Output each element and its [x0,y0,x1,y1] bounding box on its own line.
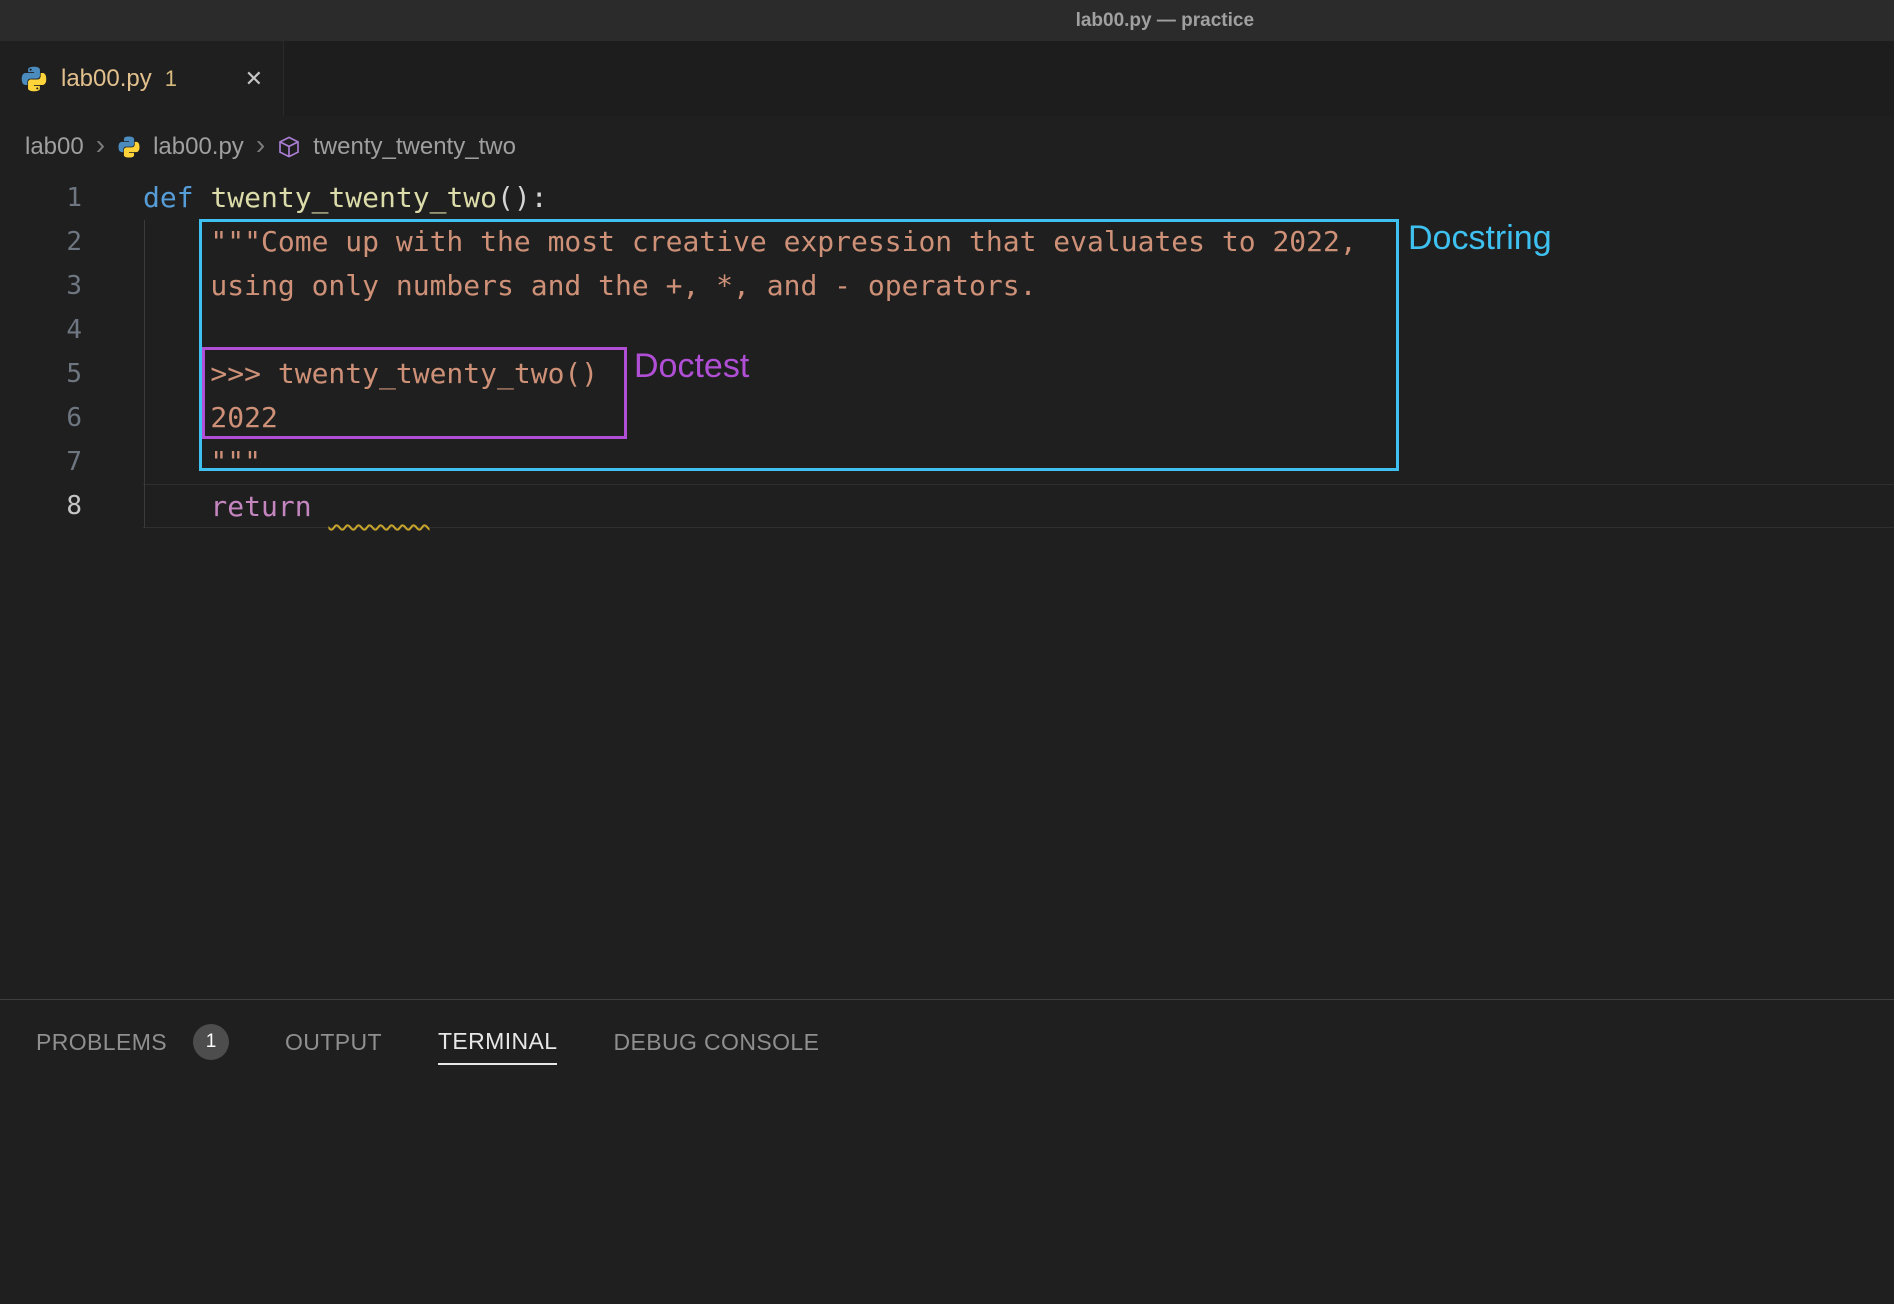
window-title: lab00.py — practice [1076,10,1254,32]
tab-terminal[interactable]: TERMINAL [438,1027,558,1065]
symbol-module-icon [277,135,301,159]
line-number: 5 [0,352,82,396]
breadcrumb-symbol[interactable]: twenty_twenty_two [313,133,516,161]
line-number: 7 [0,440,82,484]
warning-squiggle [328,490,429,523]
python-icon [117,135,141,159]
code-text: def twenty_twenty_two(): [143,176,1894,220]
line-number: 3 [0,264,82,308]
keyword-return: return [143,490,328,523]
problems-count-badge: 1 [193,1024,229,1060]
bottom-panel: PROBLEMS 1 OUTPUT TERMINAL DEBUG CONSOLE… [0,999,1894,1304]
breadcrumb-folder[interactable]: lab00 [25,133,84,161]
code-line-current: 8 return [0,484,1894,528]
line-number: 1 [0,176,82,220]
line-number: 4 [0,308,82,352]
chevron-right-icon: › [256,131,265,163]
close-icon[interactable]: ✕ [245,66,263,92]
keyword-def: def [143,181,210,214]
tab-debug-console[interactable]: DEBUG CONSOLE [613,1027,819,1065]
tab-problems-label: PROBLEMS [36,1029,167,1056]
tab-problems[interactable]: PROBLEMS 1 [36,1027,229,1065]
titlebar: lab00.py — practice [0,0,1894,41]
doctest-highlight-box [202,347,627,439]
code-text: return [143,484,1894,528]
chevron-right-icon: › [96,131,105,163]
tab-lab00py[interactable]: lab00.py 1 ✕ [0,41,284,116]
panel-tabs: PROBLEMS 1 OUTPUT TERMINAL DEBUG CONSOLE [0,1000,1894,1065]
tab-output-label: OUTPUT [285,1029,382,1056]
tab-problem-count: 1 [165,66,177,92]
breadcrumb: lab00 › lab00.py › twenty_twenty_two [0,116,1894,178]
tab-output[interactable]: OUTPUT [285,1027,382,1065]
code-editor[interactable]: 1 def twenty_twenty_two(): 2 """Come up … [0,176,1894,776]
code-line: 1 def twenty_twenty_two(): [0,176,1894,220]
line-number: 2 [0,220,82,264]
breadcrumb-file[interactable]: lab00.py [153,133,244,161]
indent-guide [144,220,145,528]
python-icon [20,65,48,93]
tab-debug-console-label: DEBUG CONSOLE [613,1029,819,1056]
tab-bar: lab00.py 1 ✕ [0,41,1894,116]
doctest-annotation-label: Doctest [634,348,749,385]
line-number: 6 [0,396,82,440]
function-name: twenty_twenty_two [210,181,497,214]
docstring-annotation-label: Docstring [1408,220,1552,257]
tab-terminal-label: TERMINAL [438,1028,558,1055]
tab-label: lab00.py [61,65,152,93]
punctuation: (): [497,181,548,214]
line-number: 8 [0,484,82,528]
